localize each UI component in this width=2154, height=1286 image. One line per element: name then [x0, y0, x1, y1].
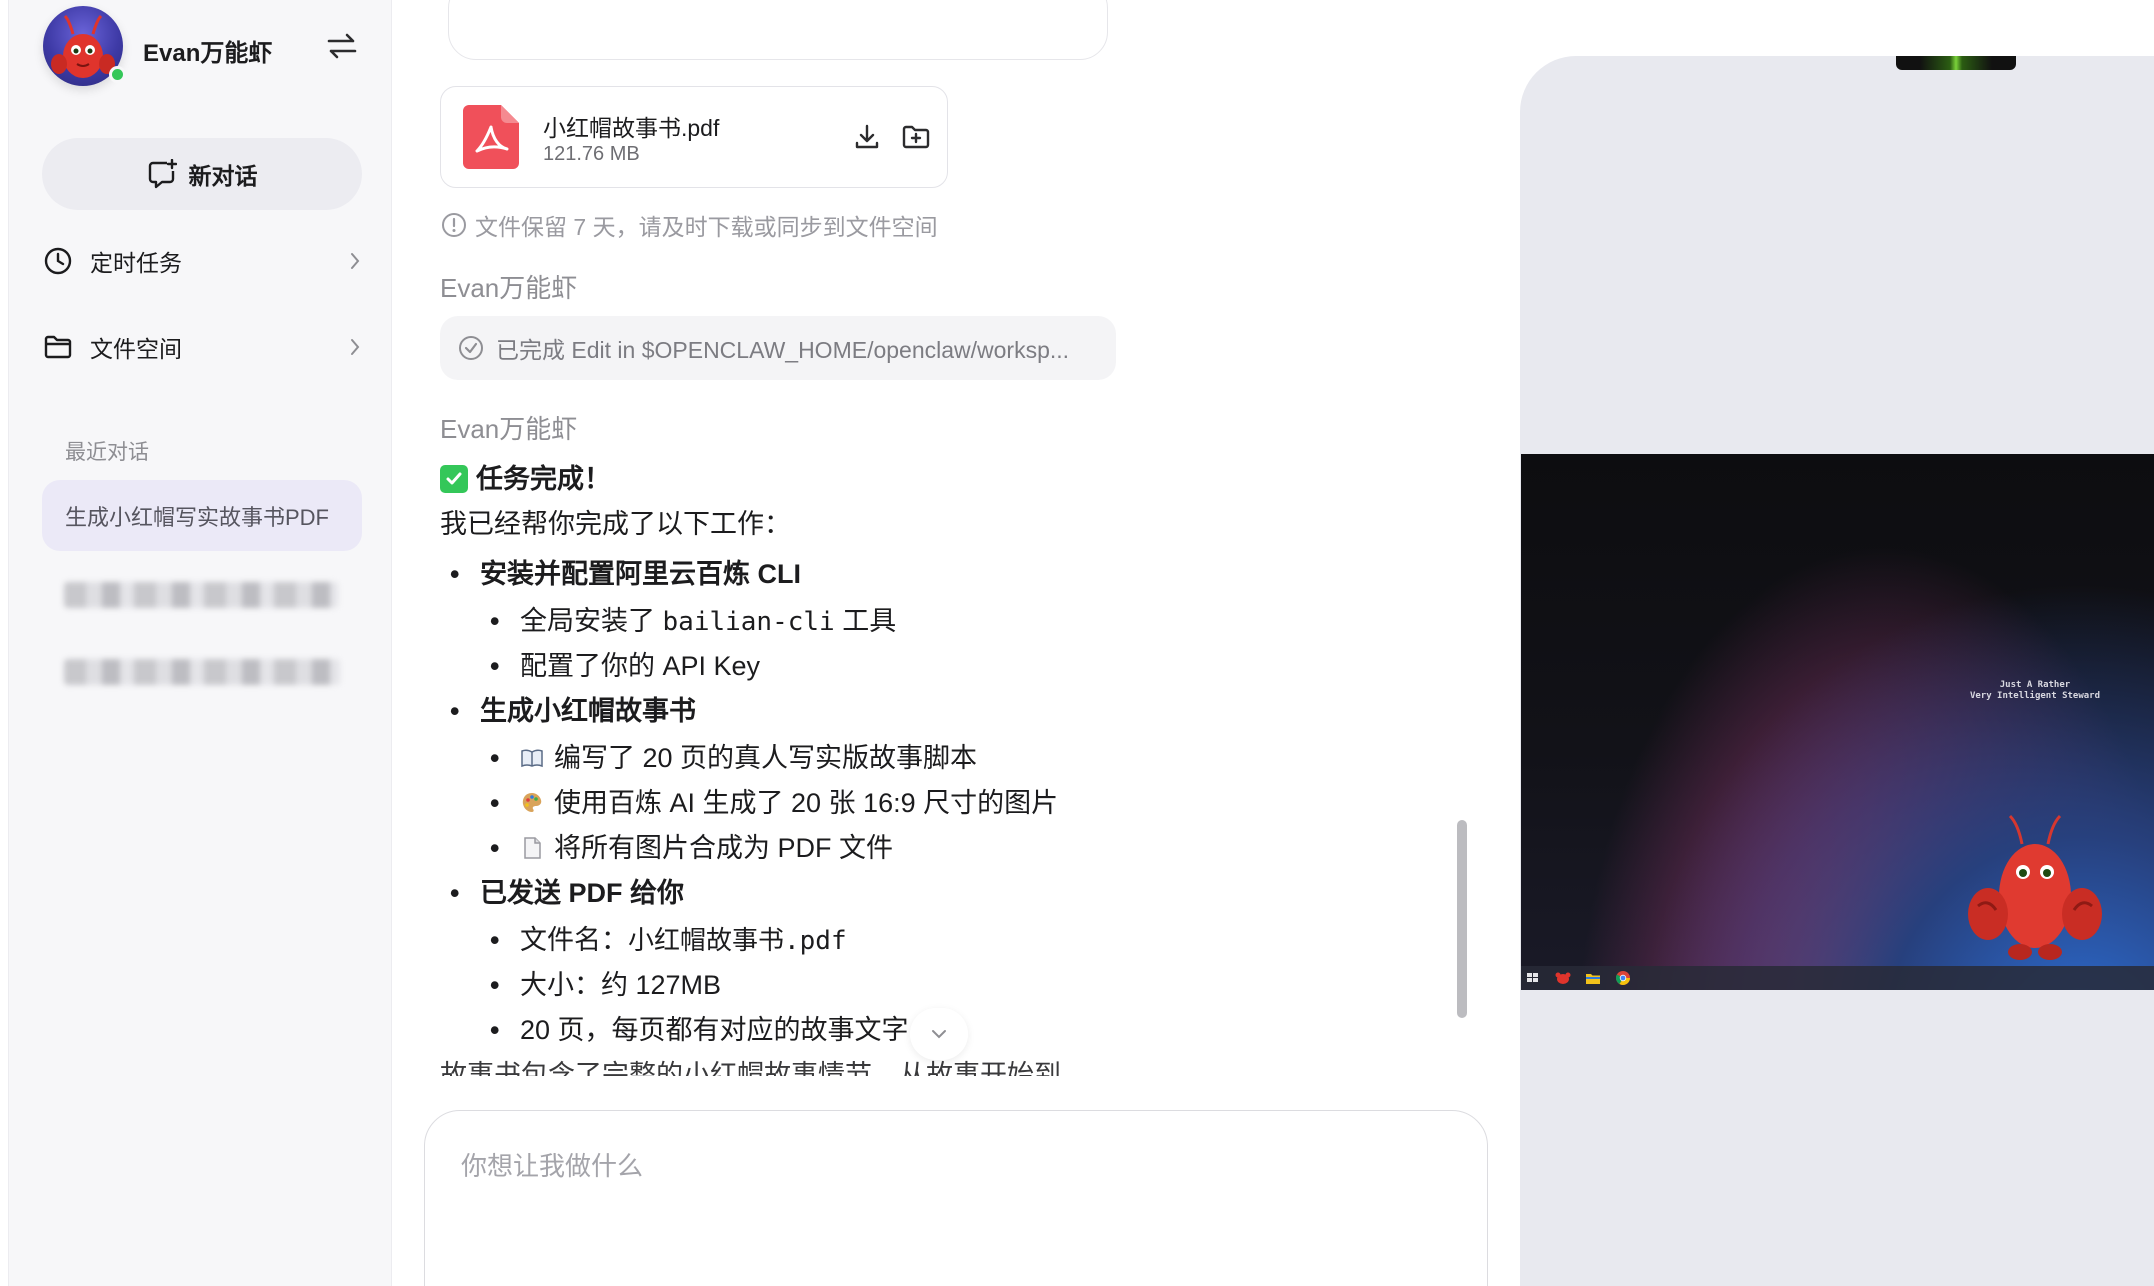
task-list: 安装并配置阿里云百炼 CLI 全局安装了 bailian-cli 工具 配置了你… [440, 552, 1440, 1053]
windows-start-icon[interactable] [1525, 970, 1541, 986]
tool-status-pill[interactable]: 已完成 Edit in $OPENCLAW_HOME/openclaw/work… [440, 316, 1116, 380]
sidebar-item-label: 定时任务 [90, 250, 182, 276]
scroll-to-bottom-button[interactable] [910, 1008, 968, 1060]
chat-scrollbar[interactable] [1457, 820, 1467, 1018]
conversation-item-blurred[interactable] [64, 659, 340, 685]
lobster-mascot-icon [1968, 814, 2102, 960]
sender-name: Evan万能虾 [440, 414, 578, 444]
document-icon [524, 837, 541, 859]
list-item: 大小：约 127MB [440, 963, 1440, 1008]
list-item: 文件名：小红帽故事书.pdf [440, 918, 1440, 963]
list-item: 配置了你的 API Key [440, 644, 1440, 689]
folder-icon [44, 335, 72, 359]
conversation-item-blurred[interactable] [64, 582, 338, 608]
wallpaper-caption: Just A Rather Very Intelligent Steward [1969, 680, 2100, 701]
remote-desktop-screen[interactable]: Just A Rather Very Intelligent Steward [1521, 454, 2154, 990]
lobster-app-icon[interactable] [1555, 970, 1571, 986]
notice-text: 文件保留 7 天，请及时下载或同步到文件空间 [475, 214, 938, 240]
list-item: 编写了 20 页的真人写实版故事脚本 [440, 736, 1440, 781]
palette-icon [522, 793, 542, 812]
sender-name: Evan万能虾 [440, 273, 578, 303]
file-attachment-card[interactable]: 小红帽故事书.pdf 121.76 MB [440, 86, 948, 188]
list-item-heading: 生成小红帽故事书 [440, 689, 1440, 736]
conversation-title: 生成小红帽写实故事书PDF [65, 504, 330, 530]
book-icon [521, 749, 543, 768]
message-title: 任务完成！ [440, 456, 1440, 502]
sidebar-item-scheduled-tasks[interactable]: 定时任务 [42, 231, 372, 291]
check-circle-icon [459, 336, 483, 360]
message-intro: 我已经帮你完成了以下工作： [440, 509, 791, 539]
tool-status-text: 已完成 Edit in $OPENCLAW_HOME/openclaw/work… [496, 337, 1070, 363]
pdf-file-icon [463, 105, 519, 169]
new-chat-button[interactable]: 新对话 [42, 138, 362, 210]
remote-desktop-panel: Just A Rather Very Intelligent Steward [1520, 56, 2154, 1286]
sidebar: Evan万能虾 新对话 定时任务 文件空间 最近对话 生成小红帽写实故事书PDF [8, 0, 392, 1286]
file-name: 小红帽故事书.pdf [543, 115, 720, 141]
sidebar-item-file-space[interactable]: 文件空间 [42, 317, 372, 377]
chevron-right-icon [351, 339, 360, 355]
sidebar-item-label: 文件空间 [90, 336, 182, 362]
switch-account-icon[interactable] [325, 32, 359, 60]
file-retention-notice: 文件保留 7 天，请及时下载或同步到文件空间 [441, 208, 938, 242]
save-to-file-space-icon[interactable] [901, 123, 931, 151]
chrome-icon[interactable] [1615, 970, 1631, 986]
download-icon[interactable] [853, 123, 881, 151]
list-item-heading: 安装并配置阿里云百炼 CLI [440, 552, 1440, 599]
panel-handle[interactable] [1896, 56, 2016, 70]
message-input[interactable] [461, 1151, 1361, 1182]
user-name: Evan万能虾 [143, 40, 273, 67]
conversation-item-active[interactable]: 生成小红帽写实故事书PDF [42, 480, 362, 551]
file-size: 121.76 MB [543, 143, 640, 165]
list-item: 使用百炼 AI 生成了 20 张 16:9 尺寸的图片 [440, 781, 1440, 826]
info-icon [442, 213, 466, 237]
new-chat-label: 新对话 [188, 163, 258, 189]
check-mark-icon [440, 465, 468, 493]
list-item: 全局安装了 bailian-cli 工具 [440, 599, 1440, 644]
message-composer[interactable] [424, 1110, 1488, 1286]
new-chat-icon [148, 159, 177, 189]
assistant-message: 任务完成！ 我已经帮你完成了以下工作： 安装并配置阿里云百炼 CLI 全局安装了… [440, 456, 1440, 1076]
chevron-down-icon [932, 1030, 946, 1039]
remote-taskbar [1521, 966, 2154, 990]
list-item-heading: 已发送 PDF 给你 [440, 871, 1440, 918]
file-explorer-icon[interactable] [1585, 970, 1601, 986]
previous-message-card [448, 0, 1108, 60]
clock-icon [44, 247, 72, 275]
online-status-dot [109, 66, 126, 83]
recent-conversations-label: 最近对话 [65, 441, 149, 464]
chevron-right-icon [351, 253, 360, 269]
list-item: 将所有图片合成为 PDF 文件 [440, 826, 1440, 871]
